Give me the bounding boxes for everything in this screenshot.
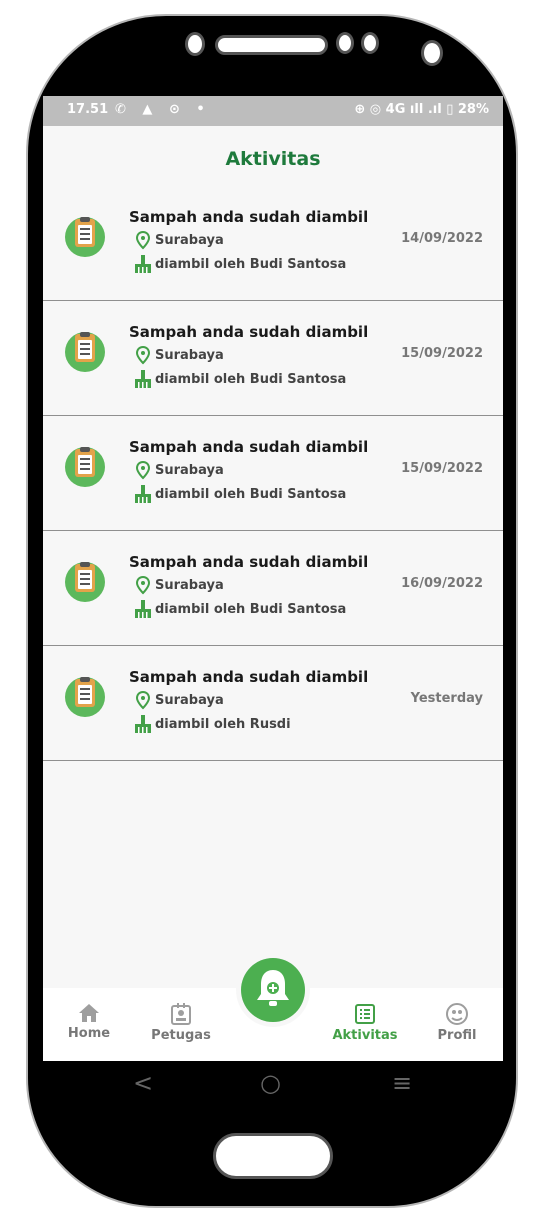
- activity-collector-text: diambil oleh Budi Santosa: [155, 601, 347, 617]
- camera-dot-left: [185, 32, 205, 56]
- sensor-dot-1: [336, 32, 354, 54]
- system-nav-bar: < ○ ≡: [0, 1061, 546, 1111]
- location-pin-icon: [135, 575, 151, 595]
- status-system-icons: ⊕ ◎ 4G ıll .ıl ▯ 28%: [354, 102, 489, 117]
- location-pin-icon: [135, 690, 151, 710]
- nav-profil[interactable]: Profil: [417, 1002, 497, 1043]
- activity-date: 14/09/2022: [401, 231, 483, 246]
- sensor-dot-2: [361, 32, 379, 54]
- speaker-grille: [215, 35, 328, 55]
- broom-icon: [135, 370, 151, 388]
- activity-title: Sampah anda sudah diambil: [129, 668, 369, 686]
- activity-date: 16/09/2022: [401, 576, 483, 591]
- activity-title: Sampah anda sudah diambil: [129, 553, 369, 571]
- clipboard-icon: [65, 217, 105, 257]
- clipboard-icon: [65, 447, 105, 487]
- nav-home[interactable]: Home: [49, 1002, 129, 1041]
- location-pin-icon: [135, 230, 151, 250]
- activity-collector-text: diambil oleh Rusdi: [155, 716, 291, 732]
- fab-circle: [241, 958, 305, 1022]
- activity-location: Surabaya: [133, 345, 224, 365]
- system-back-button[interactable]: <: [133, 1069, 153, 1097]
- broom-icon: [135, 715, 151, 733]
- activity-location-text: Surabaya: [155, 347, 224, 363]
- activity-title: Sampah anda sudah diambil: [129, 208, 369, 226]
- nav-home-label: Home: [67, 1026, 111, 1041]
- system-recents-button[interactable]: ≡: [392, 1069, 412, 1097]
- activity-row[interactable]: Sampah anda sudah diambil Surabaya diamb…: [43, 531, 503, 646]
- activity-date: 15/09/2022: [401, 346, 483, 361]
- activity-location-text: Surabaya: [155, 692, 224, 708]
- id-card-icon: [171, 1003, 191, 1025]
- activity-collector-text: diambil oleh Budi Santosa: [155, 256, 347, 272]
- status-bar: 17.51 ✆ ▲ ⊙ • ⊕ ◎ 4G ıll .ıl ▯ 28%: [43, 96, 503, 126]
- status-notification-icons: ✆ ▲ ⊙ •: [115, 102, 211, 117]
- location-pin-icon: [135, 460, 151, 480]
- clipboard-icon: [65, 562, 105, 602]
- activity-location-text: Surabaya: [155, 462, 224, 478]
- nav-aktivitas[interactable]: Aktivitas: [325, 1002, 405, 1043]
- activity-location-text: Surabaya: [155, 232, 224, 248]
- list-icon: [355, 1004, 375, 1024]
- broom-icon: [135, 485, 151, 503]
- activity-list: Sampah anda sudah diambil Surabaya diamb…: [43, 186, 503, 761]
- activity-collector-text: diambil oleh Budi Santosa: [155, 371, 347, 387]
- system-home-button[interactable]: ○: [260, 1069, 281, 1097]
- nav-petugas-label: Petugas: [151, 1028, 211, 1043]
- activity-location: Surabaya: [133, 230, 224, 250]
- activity-collector: diambil oleh Rusdi: [133, 714, 291, 734]
- activity-row[interactable]: Sampah anda sudah diambil Surabaya diamb…: [43, 301, 503, 416]
- profile-icon: [446, 1003, 468, 1025]
- physical-home-button[interactable]: [213, 1133, 333, 1179]
- activity-location: Surabaya: [133, 575, 224, 595]
- home-icon: [79, 1004, 99, 1022]
- status-time: 17.51: [67, 102, 109, 117]
- activity-row[interactable]: Sampah anda sudah diambil Surabaya diamb…: [43, 186, 503, 301]
- activity-location-text: Surabaya: [155, 577, 224, 593]
- add-request-button[interactable]: [236, 953, 310, 1027]
- camera-dot-right: [421, 40, 443, 66]
- nav-aktivitas-label: Aktivitas: [332, 1028, 398, 1043]
- activity-row[interactable]: Sampah anda sudah diambil Surabaya diamb…: [43, 416, 503, 531]
- activity-date: Yesterday: [410, 691, 483, 706]
- activity-title: Sampah anda sudah diambil: [129, 323, 369, 341]
- activity-date: 15/09/2022: [401, 461, 483, 476]
- clipboard-icon: [65, 332, 105, 372]
- activity-collector-text: diambil oleh Budi Santosa: [155, 486, 347, 502]
- page-title: Aktivitas: [225, 148, 321, 170]
- activity-collector: diambil oleh Budi Santosa: [133, 254, 346, 274]
- activity-title: Sampah anda sudah diambil: [129, 438, 369, 456]
- activity-location: Surabaya: [133, 690, 224, 710]
- broom-icon: [135, 255, 151, 273]
- activity-row[interactable]: Sampah anda sudah diambil Surabaya diamb…: [43, 646, 503, 761]
- app-screen: 17.51 ✆ ▲ ⊙ • ⊕ ◎ 4G ıll .ıl ▯ 28% Aktiv…: [43, 96, 503, 1061]
- activity-collector: diambil oleh Budi Santosa: [133, 599, 346, 619]
- clipboard-icon: [65, 677, 105, 717]
- bell-add-icon: [257, 970, 289, 1006]
- activity-collector: diambil oleh Budi Santosa: [133, 369, 346, 389]
- nav-petugas[interactable]: Petugas: [141, 1002, 221, 1043]
- nav-profil-label: Profil: [437, 1028, 477, 1043]
- broom-icon: [135, 600, 151, 618]
- activity-location: Surabaya: [133, 460, 224, 480]
- location-pin-icon: [135, 345, 151, 365]
- activity-collector: diambil oleh Budi Santosa: [133, 484, 346, 504]
